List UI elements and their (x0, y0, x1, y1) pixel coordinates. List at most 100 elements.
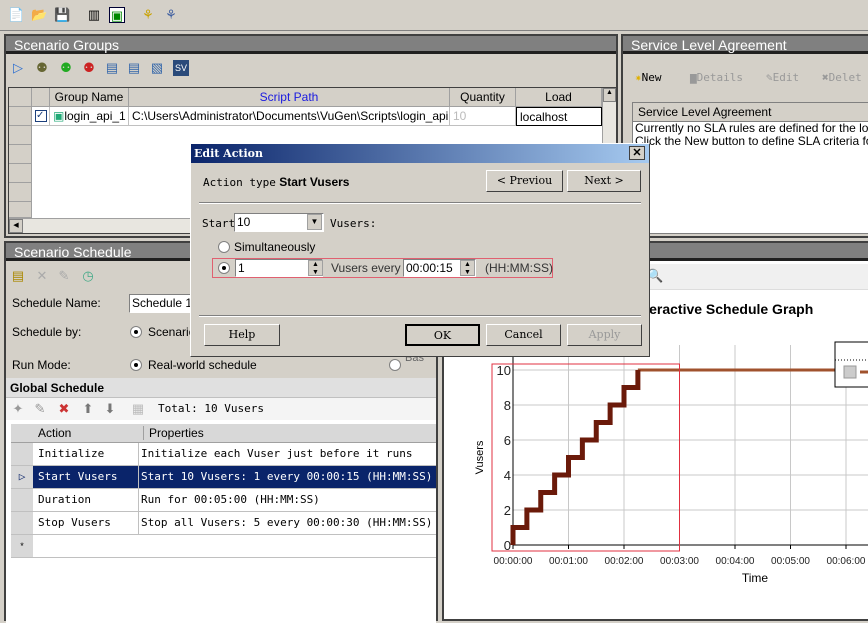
move-down-icon[interactable]: ⬇ (102, 401, 118, 417)
service-virtualization-icon[interactable]: SV (173, 60, 189, 76)
row-header[interactable]: ▷ (11, 466, 33, 488)
action-cell: Stop Vusers (38, 516, 111, 529)
run-icon[interactable]: ⚘ (140, 7, 156, 23)
selected-action-highlight (491, 363, 680, 552)
cancel-button[interactable]: Cancel (486, 324, 561, 346)
col-group-name[interactable]: Group Name (50, 88, 129, 107)
row-header (9, 126, 32, 145)
run-mode-label: Run Mode: (12, 358, 71, 372)
rename-schedule-icon: ✎ (58, 268, 70, 283)
simultaneously-label[interactable]: Simultaneously (234, 240, 315, 254)
load-generator-cell[interactable]: localhost (516, 107, 602, 126)
edit-action-icon[interactable]: ✎ (32, 401, 48, 417)
scroll-up-icon[interactable]: ▲ (603, 88, 616, 102)
new-scenario-icon[interactable]: 📄 (8, 7, 24, 23)
dialog-title: Edit Action (194, 147, 263, 160)
details-icon[interactable]: ▤ (126, 60, 142, 76)
add-group-icon[interactable]: ⚉ (58, 60, 74, 76)
edit-label: Edit (772, 71, 800, 84)
details-icon: ▆ (690, 71, 697, 84)
delete-icon: ✖ (822, 71, 829, 84)
delete-schedule-icon: ✕ (36, 268, 48, 283)
real-world-label[interactable]: Real-world schedule (148, 358, 257, 372)
move-up-icon[interactable]: ⬆ (80, 401, 96, 417)
schedule-action-row[interactable]: Stop Vusers Stop all Vusers: 5 every 00:0… (11, 512, 436, 535)
scenario-groups-title: Scenario Groups (6, 36, 616, 54)
apply-button: Apply (567, 324, 642, 346)
schedule-by-scenario-radio[interactable] (130, 326, 142, 338)
action-type: Action type Start Vusers (203, 175, 349, 189)
open-icon[interactable]: 📂 (31, 7, 47, 23)
vusers-every-label: Vusers every (331, 261, 401, 275)
basic-schedule-radio[interactable] (389, 359, 401, 371)
vuser-icon[interactable]: ▥ (86, 7, 102, 23)
delete-action-icon[interactable]: ✖ (56, 401, 72, 417)
load-generators-icon[interactable]: ▣ (109, 7, 125, 23)
dialog-titlebar[interactable]: Edit Action ✕ (191, 144, 649, 163)
sla-list-header: Service Level Agreement (633, 103, 868, 122)
interval-radio[interactable] (218, 262, 230, 274)
new-schedule-icon[interactable]: ▤ (10, 268, 26, 284)
y-tick-label: 10 (497, 363, 511, 378)
previous-button[interactable]: < Previou (486, 170, 563, 192)
script-path-cell[interactable]: C:\Users\Administrator\Documents\VuGen\S… (129, 107, 450, 126)
schedule-by-scenario-label[interactable]: Scenario (148, 325, 195, 339)
scroll-left-icon[interactable]: ◀ (9, 219, 23, 233)
quantity-cell[interactable]: 10 (450, 107, 516, 126)
new-row-marker: * (11, 535, 33, 557)
count-spinner[interactable]: ▲ ▼ (308, 260, 323, 276)
action-cell: Initialize (38, 447, 105, 460)
save-icon[interactable]: 💾 (54, 7, 70, 23)
new-icon: ✷ (635, 71, 642, 84)
real-world-radio[interactable] (130, 359, 142, 371)
row-header (9, 202, 32, 218)
x-tick-label: 00:05:00 (771, 556, 810, 567)
dropdown-arrow-icon[interactable]: ▼ (307, 214, 322, 230)
new-action-row[interactable]: * (11, 535, 436, 558)
run-time-settings-icon[interactable]: ▤ (104, 60, 120, 76)
sla-new-button[interactable]: ✷New (635, 71, 662, 84)
x-tick-label: 00:06:00 (827, 556, 866, 567)
group-checkbox[interactable]: ✓ (32, 107, 50, 126)
col-action: Action (38, 426, 72, 440)
y-tick-label: 8 (504, 398, 511, 413)
analysis-icon[interactable]: ⚘ (163, 7, 179, 23)
schedule-action-row[interactable]: ▷ Start Vusers Start 10 Vusers: 1 every 00… (11, 466, 436, 489)
start-icon[interactable]: ▷ (10, 60, 26, 76)
schedule-action-row[interactable]: Duration Run for 00:05:00 (HH:MM:SS) (11, 489, 436, 512)
action-cell: Duration (38, 493, 91, 506)
actions-header: Action Properties (11, 424, 436, 443)
x-tick-label: 00:04:00 (716, 556, 755, 567)
properties-cell: Start 10 Vusers: 1 every 00:00:15 (HH:MM… (138, 466, 432, 488)
view-script-icon[interactable]: ▧ (149, 60, 165, 76)
remove-group-icon[interactable]: ⚉ (81, 60, 97, 76)
grid-view-icon[interactable]: ▦ (130, 401, 146, 417)
row-header[interactable] (11, 443, 33, 465)
vusers-icon[interactable]: ⚉ (34, 60, 50, 76)
schedule-by-label: Schedule by: (12, 325, 82, 339)
ok-button[interactable]: OK (405, 324, 480, 346)
simultaneously-radio[interactable] (218, 241, 230, 253)
edit-icon: ✎ (766, 71, 773, 84)
global-schedule-toolbar: ✦ ✎ ✖ ⬆ ⬇ ▦ Total: 10 Vusers (6, 398, 436, 420)
sla-details-button: ▆Details (690, 71, 743, 84)
row-header[interactable] (11, 489, 33, 511)
close-icon[interactable]: ✕ (629, 146, 645, 160)
global-schedule: Global Schedule ✦ ✎ ✖ ⬆ ⬇ ▦ Total: 10 Vu… (6, 378, 436, 623)
add-action-icon[interactable]: ✦ (10, 401, 26, 417)
col-script-path[interactable]: Script Path (129, 88, 450, 107)
row-header[interactable] (11, 512, 33, 534)
checkbox-checked-icon[interactable]: ✓ (35, 110, 47, 122)
row-header[interactable] (9, 107, 32, 126)
schedule-action-row[interactable]: Initialize Initialize each Vuser just bef… (11, 443, 436, 466)
x-tick-label: 00:03:00 (660, 556, 699, 567)
help-button[interactable]: Help (204, 324, 280, 346)
schedule-name-label: Schedule Name: (12, 296, 101, 310)
next-button[interactable]: Next > (567, 170, 641, 192)
start-time-icon[interactable]: ◷ (80, 268, 96, 284)
group-name-cell[interactable]: ▣login_api_1 (50, 107, 129, 126)
time-format-label: (HH:MM:SS) (485, 261, 553, 275)
time-spinner[interactable]: ▲ ▼ (460, 260, 475, 276)
col-load-generators[interactable]: Load Generators (516, 88, 602, 123)
col-quantity[interactable]: Quantity (450, 88, 516, 107)
